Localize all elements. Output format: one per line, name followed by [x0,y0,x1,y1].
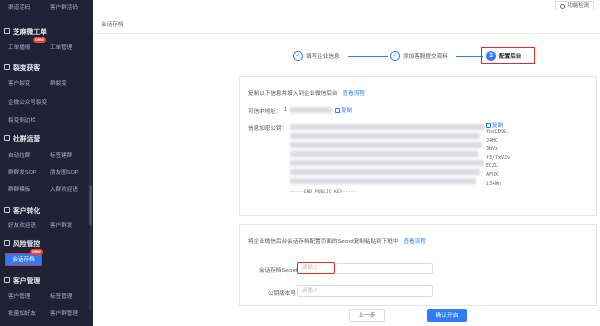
check-icon [560,4,566,9]
public-key-end: -----END PUBLIC KEY----- [290,190,357,195]
blurred-ip [290,107,332,113]
secret-input-ext[interactable] [335,263,433,274]
sidebar-item-customer-manage[interactable]: 客户管理 [8,292,30,300]
panel-instruction: 复制以下信息并填入到企业微信后台 查看流程 [248,91,365,97]
sidebar-item-group-code[interactable]: 客户群活码 [50,3,78,11]
blurred-key-line [290,142,482,148]
copy-icon [486,122,491,128]
blurred-key-line [290,151,478,157]
copy-ip-button[interactable]: 复制 [335,106,352,114]
pubkey-version-input[interactable]: 请输入 [297,285,433,297]
convert-icon [4,207,10,213]
sidebar: 渠道活码 客户群活码 芝麻微工单 工单播报 new 工单管理 裂变获客 客户裂变… [0,0,93,326]
blurred-key-line [290,133,480,139]
sidebar-item-ticket-manage[interactable]: 工单管理 [50,43,72,51]
new-badge: new [33,37,46,43]
step-connector [456,56,483,57]
sidebar-item-official-fission[interactable]: 企微公众号裂变 [8,98,47,106]
blurred-key-line [290,178,476,184]
check-circle-icon: ✓ [293,51,303,61]
sidebar-item-tag-group[interactable]: 标签建群 [50,151,72,159]
sidebar-item-customer-broadcast[interactable]: 客户群发 [50,221,72,229]
sidebar-item-fission-sidebar[interactable]: 裂变侧边栏 [8,116,36,124]
user-icon [4,277,10,283]
shield-icon [4,240,10,246]
sidebar-item-channel-code[interactable]: 渠道活码 [8,3,30,11]
prev-button[interactable]: 上一步 [349,309,385,322]
secret-panel: 将企业微信后台会话存档配置页面的Secret复制粘贴到下框中 查看流程 会话存档S… [239,224,597,306]
copy-icon [335,107,340,113]
sidebar-section-convert[interactable]: 客户转化 [4,205,40,215]
sidebar-section-zhihe[interactable]: 芝麻微工单 [4,26,47,36]
blurred-key-line [290,160,484,166]
main-card: 会话存档 ✓ 填写企业信息 ✓ 添加客服提交资料 3 配置后台 复制以下信息并填… [93,10,600,326]
check-circle-icon: ✓ [390,51,400,61]
sidebar-item-ticket-broadcast[interactable]: 工单播报 [8,43,30,51]
step-connector [348,56,388,57]
panel-instruction: 将企业微信后台会话存档配置页面的Secret复制粘贴到下框中 查看流程 [248,239,426,245]
fission-icon [4,64,10,70]
sidebar-section-customer[interactable]: 客户管理 [4,275,40,285]
blurred-key-line [290,124,485,130]
community-icon [4,135,10,141]
sidebar-item-auto-group[interactable]: 自动拉群 [8,151,30,159]
active-step-highlight [481,47,535,64]
step-1: ✓ 填写企业信息 [293,51,340,61]
ticket-icon [4,28,10,34]
confirm-button[interactable]: 确认开启 [427,309,467,322]
public-key-tail: YosLD9L J4HC 3hVx f3/7xV2v ECZL AFUX i3+… [486,129,511,187]
sidebar-item-group-sop[interactable]: 群群发SOP [8,168,37,176]
secret-input[interactable]: 请输入 [297,262,335,274]
view-flow-link[interactable]: 查看流程 [343,91,365,97]
sidebar-item-welcome-msg[interactable]: 入群欢迎语 [50,185,78,193]
sidebar-section-fission[interactable]: 裂变获客 [4,62,40,72]
config-info-panel: 复制以下信息并填入到企业微信后台 查看流程 可信IP地址： 1 复制 信息加密公钥… [239,76,597,216]
sidebar-item-moments-sop[interactable]: 朋友圈SOP [50,168,79,176]
view-flow-link[interactable]: 查看流程 [403,239,425,245]
page-title: 会话存档 [101,22,124,28]
sidebar-item-group-template[interactable]: 群群模板 [8,185,30,193]
new-badge: new [30,249,43,255]
sidebar-scrollbar-thumb[interactable] [89,185,92,225]
sidebar-item-batch-add[interactable]: 批量加好友 [8,309,36,317]
public-key-label: 信息加密公钥： [248,126,288,132]
sidebar-section-risk[interactable]: 风险管控 [4,238,40,248]
callback-value: 1 [284,107,288,113]
sidebar-item-group-fission[interactable]: 群裂变 [50,79,67,87]
sidebar-item-group-manage[interactable]: 客户群管理 [50,309,78,317]
callback-label: 可信IP地址： [248,109,282,115]
divider [93,33,600,34]
sidebar-section-community[interactable]: 社群运营 [4,133,40,143]
sidebar-item-customer-fission[interactable]: 客户裂变 [8,79,30,87]
blurred-key-line [290,169,480,175]
step-2: ✓ 添加客服提交资料 [390,51,448,61]
sidebar-item-tag-manage[interactable]: 标签管理 [50,292,72,300]
sidebar-item-friend-welcome[interactable]: 好友欢迎语 [8,221,36,229]
